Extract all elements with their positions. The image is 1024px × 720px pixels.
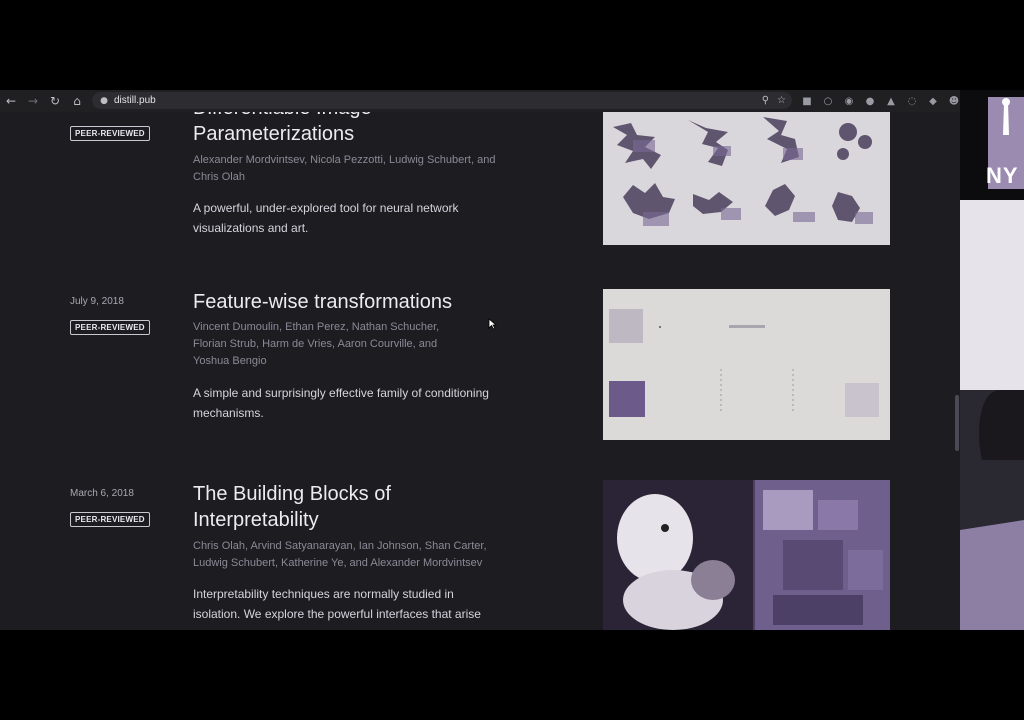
authors-line: Chris Olah [193, 171, 245, 183]
article-title-line: The Building Blocks of [193, 483, 391, 505]
page-content: PEER-REVIEWED Differentiable Image Param… [0, 112, 960, 630]
scrollbar-track[interactable] [953, 112, 960, 630]
extension-icon[interactable]: ◌ [905, 96, 919, 107]
extension-icon[interactable]: ○ [821, 96, 835, 107]
authors-line: Chris Olah, Arvind Satyanarayan, Ian Joh… [193, 540, 487, 552]
profile-icon[interactable]: ☻ [947, 96, 961, 107]
extension-icon[interactable]: ▲ [884, 96, 898, 107]
article-title-line: Interpretability [193, 509, 319, 531]
article-description: A powerful, under-explored tool for neur… [193, 198, 528, 238]
authors-line: Ludwig Schubert, Katherine Ye, and Alexa… [193, 557, 483, 569]
scrollbar-thumb[interactable] [955, 395, 959, 451]
article-description: A simple and surprisingly effective fami… [193, 383, 528, 423]
article-title-line: Differentiable Image [193, 112, 543, 121]
description-line: visualizations and art. [193, 221, 309, 235]
arrow-left-icon: ← [5, 94, 17, 108]
home-button[interactable]: ⌂ [66, 90, 88, 112]
address-url: distill.pub [114, 95, 156, 106]
article-date: July 9, 2018 [70, 296, 124, 307]
extension-icon[interactable]: ● [863, 96, 877, 107]
letterbox-bottom [0, 630, 1024, 720]
article-title[interactable]: The Building Blocks of Interpretability [193, 481, 543, 533]
zoom-icon[interactable]: ⚲ [762, 95, 769, 106]
extension-icons: ■ ○ ◉ ● ▲ ◌ ◆ ☻ ⋮ [800, 90, 982, 112]
lock-icon: ● [100, 95, 108, 106]
authors-line: Yoshua Bengio [193, 355, 267, 367]
mouse-cursor [488, 318, 497, 330]
extension-icon[interactable]: ◉ [842, 96, 856, 107]
authors-line: Vincent Dumoulin, Ethan Perez, Nathan Sc… [193, 321, 440, 333]
article-title-line: Parameterizations [193, 123, 355, 145]
back-button[interactable]: ← [0, 90, 22, 112]
description-line: Interpretability techniques are normally… [193, 587, 454, 601]
description-line: A simple and surprisingly effective fami… [193, 386, 489, 400]
article-title[interactable]: Differentiable Image Parameterizations [193, 112, 543, 147]
address-bar[interactable]: ● distill.pub ⚲ ☆ [92, 92, 792, 109]
home-icon: ⌂ [73, 94, 81, 108]
extension-icon[interactable]: ■ [800, 96, 814, 107]
article-title[interactable]: Feature-wise transformations [193, 289, 543, 315]
reload-icon: ↻ [49, 94, 61, 108]
arrow-right-icon: → [27, 94, 39, 108]
article-thumbnail[interactable] [603, 289, 890, 440]
article-authors: Chris Olah, Arvind Satyanarayan, Ian Joh… [193, 538, 533, 572]
article-title-line: Feature-wise transformations [193, 291, 452, 313]
nyu-logo-text: NY [986, 163, 1019, 188]
forward-button[interactable]: → [22, 90, 44, 112]
article-authors: Alexander Mordvintsev, Nicola Pezzotti, … [193, 152, 533, 186]
article-thumbnail[interactable] [603, 112, 890, 245]
article-authors: Vincent Dumoulin, Ethan Perez, Nathan Sc… [193, 319, 533, 370]
letterbox-top [0, 0, 1024, 90]
peer-reviewed-badge: PEER-REVIEWED [70, 126, 150, 141]
description-line: A powerful, under-explored tool for neur… [193, 201, 459, 215]
description-line: isolation. We explore the powerful inter… [193, 607, 481, 621]
peer-reviewed-badge: PEER-REVIEWED [70, 512, 150, 527]
authors-line: Alexander Mordvintsev, Nicola Pezzotti, … [193, 154, 496, 166]
article-description: Interpretability techniques are normally… [193, 584, 528, 624]
article-thumbnail[interactable] [603, 480, 890, 630]
article-date: March 6, 2018 [70, 488, 134, 499]
bookmark-star-icon[interactable]: ☆ [777, 95, 786, 106]
extension-icon[interactable]: ◆ [926, 96, 940, 107]
peer-reviewed-badge: PEER-REVIEWED [70, 320, 150, 335]
authors-line: Florian Strub, Harm de Vries, Aaron Cour… [193, 338, 438, 350]
description-line: mechanisms. [193, 406, 264, 420]
reload-button[interactable]: ↻ [44, 90, 66, 112]
